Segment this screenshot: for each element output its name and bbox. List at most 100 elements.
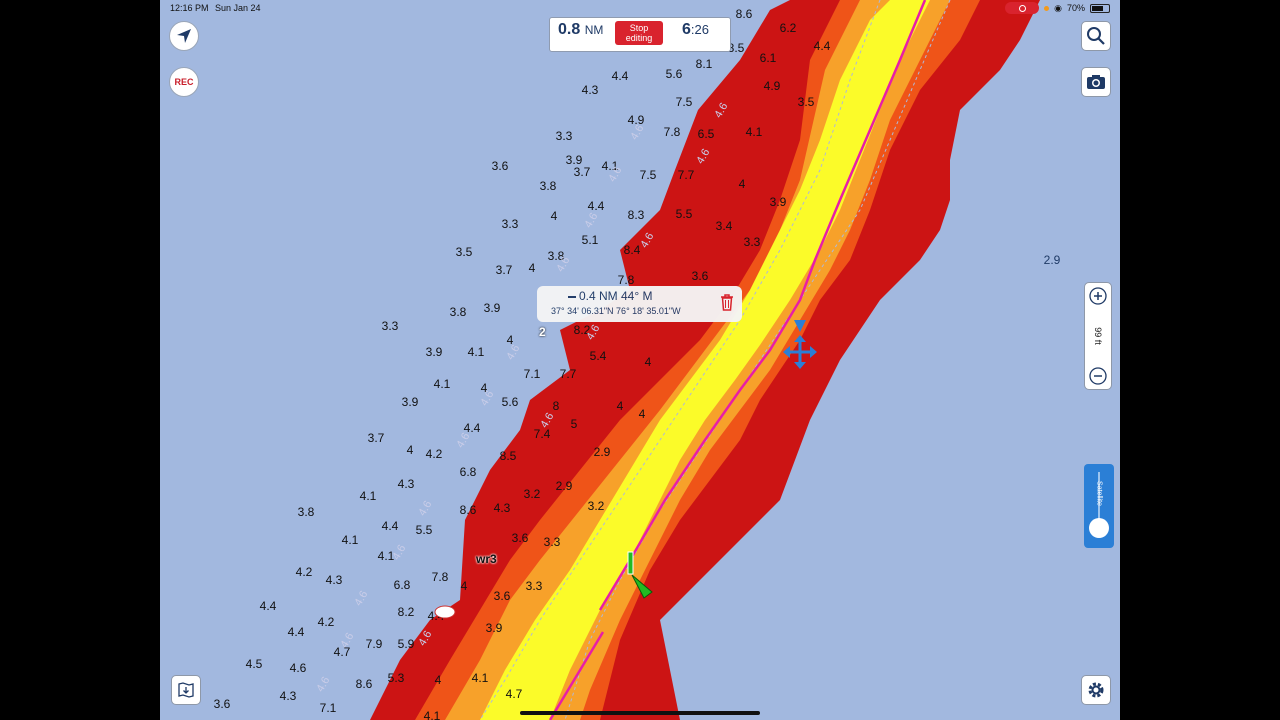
depth-sounding: 4.2 xyxy=(318,615,335,629)
depth-sounding: 6.1 xyxy=(760,51,777,65)
depth-sounding: 4.2 xyxy=(426,447,443,461)
depth-sounding: 4.4 xyxy=(382,519,399,533)
depth-sounding: 4.1 xyxy=(342,533,359,547)
depth-sounding: 7.1 xyxy=(524,367,541,381)
depth-sounding: 3.6 xyxy=(214,697,231,711)
depth-sounding: 4.4 xyxy=(588,199,605,213)
depth-sounding: 4 xyxy=(529,261,536,275)
trash-icon xyxy=(721,294,733,311)
depth-sounding: 5.6 xyxy=(666,67,683,81)
route-leg-popup: 0.4 NM 44° M 37° 34' 06.31"N 76° 18' 35.… xyxy=(537,286,742,322)
zoom-level: 99 ft xyxy=(1093,327,1103,345)
depth-sounding: 3.2 xyxy=(524,487,541,501)
depth-sounding: 4.1 xyxy=(424,709,441,720)
search-icon xyxy=(1087,27,1105,45)
depth-sounding: 3.3 xyxy=(382,319,399,333)
leg-distance-bearing: 0.4 NM 44° M xyxy=(579,289,653,303)
settings-button[interactable] xyxy=(1081,675,1111,705)
depth-sounding: 7.8 xyxy=(432,570,449,584)
depth-sounding: 2.9 xyxy=(556,479,573,493)
depth-sounding: 4.1 xyxy=(434,377,451,391)
depth-sounding: 4.1 xyxy=(360,489,377,503)
depth-sounding: 4.9 xyxy=(764,79,781,93)
camera-icon xyxy=(1087,75,1105,89)
waypoint-label: wr3 xyxy=(476,552,497,566)
leg-coordinates: 37° 34' 06.31"N 76° 18' 35.01"W xyxy=(551,306,681,316)
satellite-toggle[interactable]: Satellite xyxy=(1084,464,1114,548)
depth-sounding: 4.3 xyxy=(398,477,415,491)
depth-sounding: 7.7 xyxy=(678,168,695,182)
depth-sounding: 4 xyxy=(461,579,468,593)
depth-sounding: 7.5 xyxy=(676,95,693,109)
depth-sounding: 6.2 xyxy=(780,21,797,35)
route-time: 6:26 xyxy=(682,21,709,38)
depth-sounding: 4.4 xyxy=(464,421,481,435)
navigation-arrow-button[interactable] xyxy=(169,21,199,51)
depth-sounding: 8.2 xyxy=(398,605,415,619)
depth-sounding: 3.6 xyxy=(512,531,529,545)
depth-sounding: 4.3 xyxy=(280,689,297,703)
depth-sounding: 8.1 xyxy=(696,57,713,71)
nautical-chart-map[interactable]: 8.66.24.48.56.18.14.4 5.64.93.54.37.54.97… xyxy=(160,0,1120,720)
depth-sounding: 5.9 xyxy=(398,637,415,651)
depth-sounding: 3.7 xyxy=(574,165,591,179)
depth-sounding: 3.3 xyxy=(556,129,573,143)
depth-sounding: 4.3 xyxy=(326,573,343,587)
depth-sounding: 4 xyxy=(739,177,746,191)
zoom-out-button[interactable] xyxy=(1085,363,1111,389)
rec-button[interactable]: REC xyxy=(169,67,199,97)
depth-sounding: 6.5 xyxy=(698,127,715,141)
depth-sounding: 7.8 xyxy=(618,273,635,287)
depth-sounding: 7.8 xyxy=(664,125,681,139)
depth-sounding: 3.9 xyxy=(770,195,787,209)
buoy-icon xyxy=(434,605,456,619)
depth-sounding: 6.8 xyxy=(394,578,411,592)
depth-sounding: 4.1 xyxy=(472,671,489,685)
depth-sounding: 5.1 xyxy=(582,233,599,247)
depth-sounding: 8.6 xyxy=(460,503,477,517)
delete-waypoint-button[interactable] xyxy=(720,293,734,316)
depth-sounding: 4 xyxy=(617,399,624,413)
depth-sounding: 3.9 xyxy=(402,395,419,409)
waypoint-number: 2 xyxy=(539,325,546,339)
contour-label: 4.6 xyxy=(582,211,600,230)
depth-sounding: 4.7 xyxy=(506,687,523,701)
depth-sounding: 3.9 xyxy=(426,345,443,359)
depth-sounding: 4.4 xyxy=(260,599,277,613)
search-button[interactable] xyxy=(1081,21,1111,51)
route-distance: 0.8 NM xyxy=(558,21,604,38)
depth-sounding: 3.8 xyxy=(450,305,467,319)
stop-editing-button[interactable]: Stop editing xyxy=(615,21,663,45)
depth-sounding: 3.3 xyxy=(544,535,561,549)
status-bar: 12:16 PM Sun Jan 24 ◉ 70% xyxy=(160,0,1120,16)
depth-sounding: 4.3 xyxy=(582,83,599,97)
depth-sounding: 3.9 xyxy=(486,621,503,635)
leg-arrow-icon xyxy=(568,296,576,298)
depth-sounding: 4.4 xyxy=(814,39,831,53)
depth-sounding: 3.7 xyxy=(496,263,513,277)
screen-recording-icon xyxy=(1005,2,1040,14)
depth-sounding: 8.5 xyxy=(500,449,517,463)
depth-sounding: 4.1 xyxy=(468,345,485,359)
depth-sounding: 7.9 xyxy=(366,637,383,651)
depth-sounding: 3.6 xyxy=(692,269,709,283)
depth-sounding: 8 xyxy=(553,399,560,413)
camera-button[interactable] xyxy=(1081,67,1111,97)
status-date: Sun Jan 24 xyxy=(215,3,261,13)
contour-label: 4.6 xyxy=(352,589,370,608)
rec-label: REC xyxy=(174,77,194,87)
contour-label: 4.6 xyxy=(416,499,434,518)
zoom-in-button[interactable] xyxy=(1085,283,1111,309)
depth-sounding: 3.3 xyxy=(526,579,543,593)
depth-sounding: 8.6 xyxy=(356,677,373,691)
depth-sounding: 3.8 xyxy=(298,505,315,519)
depth-sounding: 3.5 xyxy=(798,95,815,109)
status-icons: ◉ 70% xyxy=(1005,2,1110,14)
depth-sounding: 3.5 xyxy=(456,245,473,259)
satellite-slider-knob[interactable] xyxy=(1089,518,1109,538)
home-indicator[interactable] xyxy=(520,711,760,715)
depth-sounding: 3.4 xyxy=(716,219,733,233)
depth-sounding: 7.7 xyxy=(560,367,577,381)
route-summary-box: 0.8 NM Stop editing 6:26 xyxy=(549,17,731,52)
charts-download-button[interactable] xyxy=(171,675,201,705)
